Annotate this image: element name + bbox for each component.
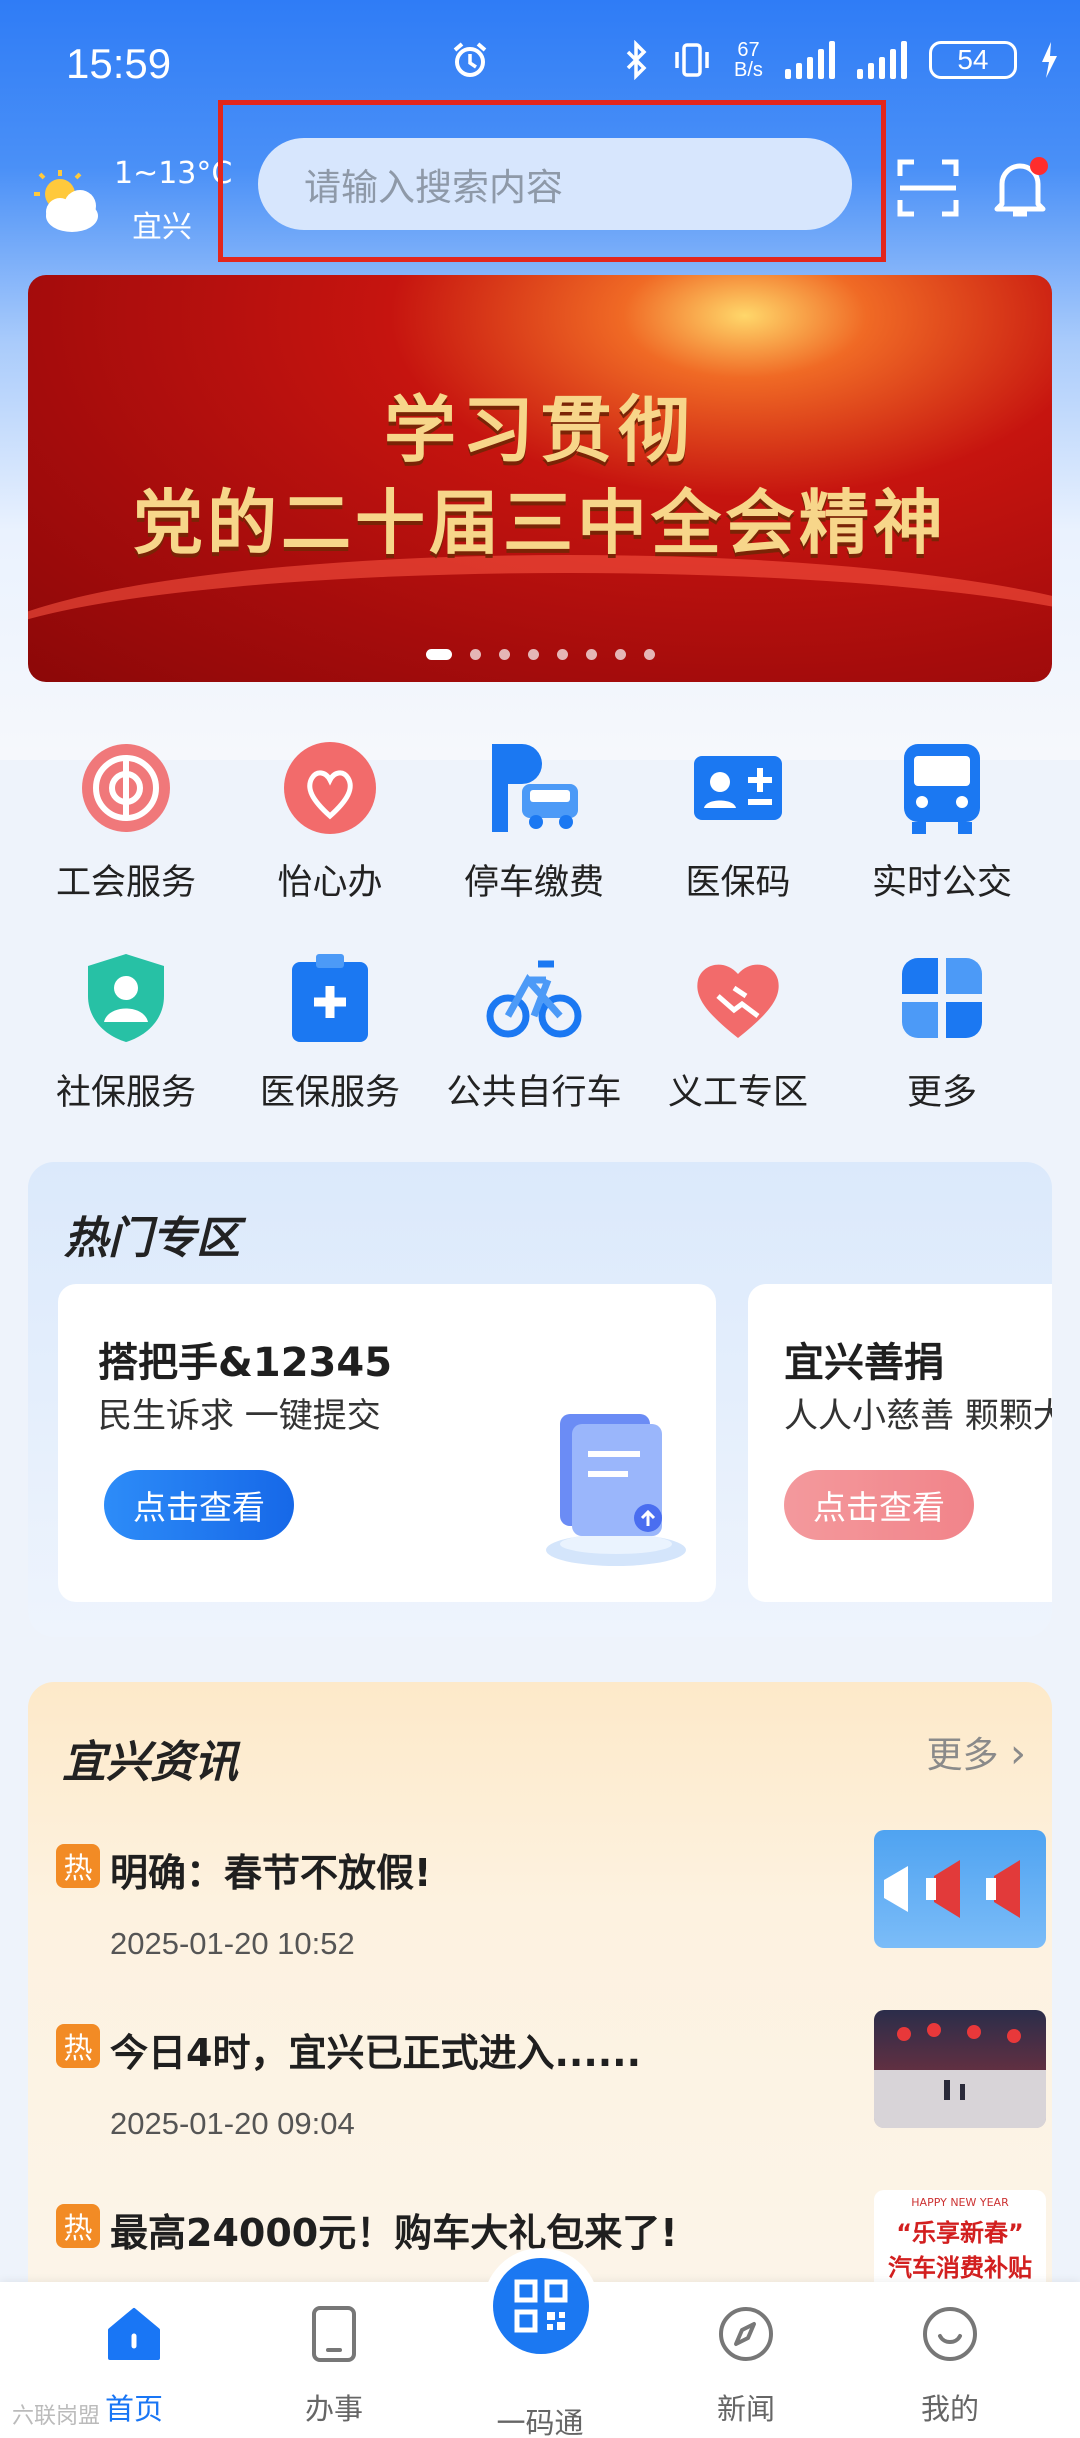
- bicycle-icon: [486, 960, 582, 1038]
- service-label: 停车缴费: [463, 863, 604, 903]
- hot-card-subtitle: 民生诉求 一键提交: [98, 1396, 381, 1436]
- header: 1~13°C 宜兴 请输入搜索内容: [0, 100, 1080, 270]
- news-more-link[interactable]: 更多 ›: [927, 1726, 1026, 1778]
- service-medical-code[interactable]: 医保码: [638, 740, 838, 905]
- service-union[interactable]: 工会服务: [26, 740, 226, 905]
- hot-card-shanjuan[interactable]: 宜兴善捐 人人小慈善 颗颗大 点击查看: [748, 1284, 1052, 1602]
- status-icons: 67 B/s 54: [450, 40, 1059, 80]
- promo-banner[interactable]: 学习贯彻 党的二十届三中全会精神: [28, 275, 1052, 682]
- signal-2-icon: [856, 41, 907, 79]
- service-label: 更多: [906, 1073, 977, 1113]
- status-time: 15:59: [66, 40, 172, 87]
- grid-more-icon: [902, 958, 982, 1038]
- tab-label: 新闻: [716, 2392, 775, 2426]
- service-more[interactable]: 更多: [842, 950, 1042, 1115]
- one-code-button[interactable]: [493, 2258, 589, 2354]
- hot-card-view-button[interactable]: 点击查看: [104, 1470, 294, 1540]
- news-item[interactable]: 热 今日4时，宜兴已正式进入...... 2025-01-20 09:04: [56, 2010, 1046, 2174]
- hot-card-title: 宜兴善捐: [784, 1340, 944, 1386]
- service-label: 社保服务: [55, 1073, 196, 1113]
- tablet-icon: [312, 2306, 356, 2362]
- watermark: 六联岗盟: [12, 2404, 101, 2429]
- compass-icon: [719, 2307, 773, 2361]
- parking-icon: [492, 744, 578, 832]
- bluetooth-icon: [626, 40, 647, 80]
- medical-card-icon: [694, 756, 782, 820]
- bus-icon: [904, 744, 980, 834]
- service-parking[interactable]: 停车缴费: [434, 740, 634, 905]
- news-item-title: 明确：春节不放假!: [110, 1851, 432, 1895]
- weather-widget[interactable]: 1~13°C 宜兴: [30, 148, 232, 258]
- hot-card-dabashou[interactable]: 搭把手&12345 民生诉求 一键提交 点击查看: [58, 1284, 716, 1602]
- medical-kit-icon: [292, 954, 368, 1042]
- hot-tag: 热: [56, 1844, 100, 1888]
- battery-icon: 54: [928, 41, 1017, 79]
- hot-tag: 热: [56, 2024, 100, 2068]
- service-label: 医保码: [685, 863, 791, 903]
- banner-decoration: [28, 555, 1052, 682]
- service-label: 义工专区: [667, 1073, 808, 1113]
- signal-1-icon: [784, 41, 835, 79]
- service-label: 怡心办: [277, 863, 383, 903]
- service-volunteer[interactable]: 义工专区: [638, 950, 838, 1115]
- hot-card-title: 搭把手&12345: [98, 1340, 393, 1386]
- banner-pagination: [28, 649, 1052, 660]
- qr-code-icon: [514, 2279, 568, 2333]
- news-item-title: 今日4时，宜兴已正式进入......: [110, 2031, 642, 2075]
- night-street-image-icon: [874, 2023, 1046, 2128]
- charging-icon: [1041, 42, 1057, 78]
- news-item[interactable]: 热 明确：春节不放假! 2025-01-20 10:52: [56, 1830, 1046, 1994]
- heart-icon: [284, 742, 376, 834]
- hot-card-view-button[interactable]: 点击查看: [784, 1470, 974, 1540]
- weather-temperature: 1~13°C: [114, 156, 233, 191]
- news-item-title: 最高24000元！购车大礼包来了!: [110, 2211, 678, 2255]
- handshake-icon: [697, 964, 779, 1038]
- hot-section-title: 热门专区: [64, 1213, 240, 1264]
- thumb-text: HAPPY NEW YEAR: [911, 2196, 1009, 2209]
- news-item-date: 2025-01-20 10:52: [110, 1926, 355, 1961]
- banner-line-1: 学习贯彻: [383, 388, 696, 472]
- news-thumbnail: [874, 2010, 1046, 2128]
- tab-label: 一码通: [496, 2406, 584, 2438]
- hot-card-subtitle: 人人小慈善 颗颗大: [784, 1396, 1052, 1436]
- service-yixinban[interactable]: 怡心办: [230, 740, 430, 905]
- service-public-bicycle[interactable]: 公共自行车: [434, 950, 634, 1115]
- weather-city: 宜兴: [132, 210, 192, 245]
- banner-line-2: 党的二十届三中全会精神: [133, 482, 947, 564]
- notification-bell-icon[interactable]: [984, 152, 1056, 224]
- service-bus[interactable]: 实时公交: [842, 740, 1042, 905]
- search-highlight-annotation: [218, 100, 886, 262]
- news-section-title: 宜兴资讯: [62, 1737, 238, 1788]
- chevron-right-icon: ›: [1010, 1731, 1026, 1777]
- news-item-date: 2025-01-20 09:04: [110, 2106, 355, 2141]
- tab-mine[interactable]: 我的: [880, 2304, 1020, 2428]
- news-thumbnail: [874, 1830, 1046, 1948]
- net-speed: 67 B/s: [734, 39, 763, 81]
- tab-services[interactable]: 办事: [264, 2304, 404, 2428]
- service-label: 工会服务: [55, 863, 196, 903]
- hot-tag: 热: [56, 2204, 100, 2248]
- weather-cloud-sun-icon: [34, 170, 98, 232]
- tab-label: 办事: [304, 2392, 363, 2426]
- union-icon: [82, 744, 170, 832]
- alarm-icon: [453, 42, 487, 77]
- thumb-text: 汽车消费补贴: [888, 2254, 1032, 2282]
- home-icon: [108, 2308, 160, 2360]
- megaphone-icon: [884, 1860, 1020, 1918]
- shield-user-icon: [88, 954, 164, 1042]
- document-upload-icon: [546, 1414, 686, 1566]
- service-label: 医保服务: [259, 1073, 400, 1113]
- service-medical[interactable]: 医保服务: [230, 950, 430, 1115]
- service-social-security[interactable]: 社保服务: [26, 950, 226, 1115]
- tab-news[interactable]: 新闻: [676, 2304, 816, 2428]
- tab-label: 我的: [920, 2392, 979, 2426]
- thumb-text: “乐享新春”: [896, 2219, 1024, 2247]
- smile-icon: [923, 2307, 977, 2361]
- vibrate-icon: [675, 43, 709, 77]
- hot-section: 热门专区 搭把手&12345 民生诉求 一键提交 点击查看 宜兴善捐 人人小慈善…: [28, 1162, 1052, 1637]
- scan-icon[interactable]: [892, 152, 964, 224]
- service-label: 公共自行车: [446, 1073, 622, 1113]
- service-label: 实时公交: [871, 863, 1012, 903]
